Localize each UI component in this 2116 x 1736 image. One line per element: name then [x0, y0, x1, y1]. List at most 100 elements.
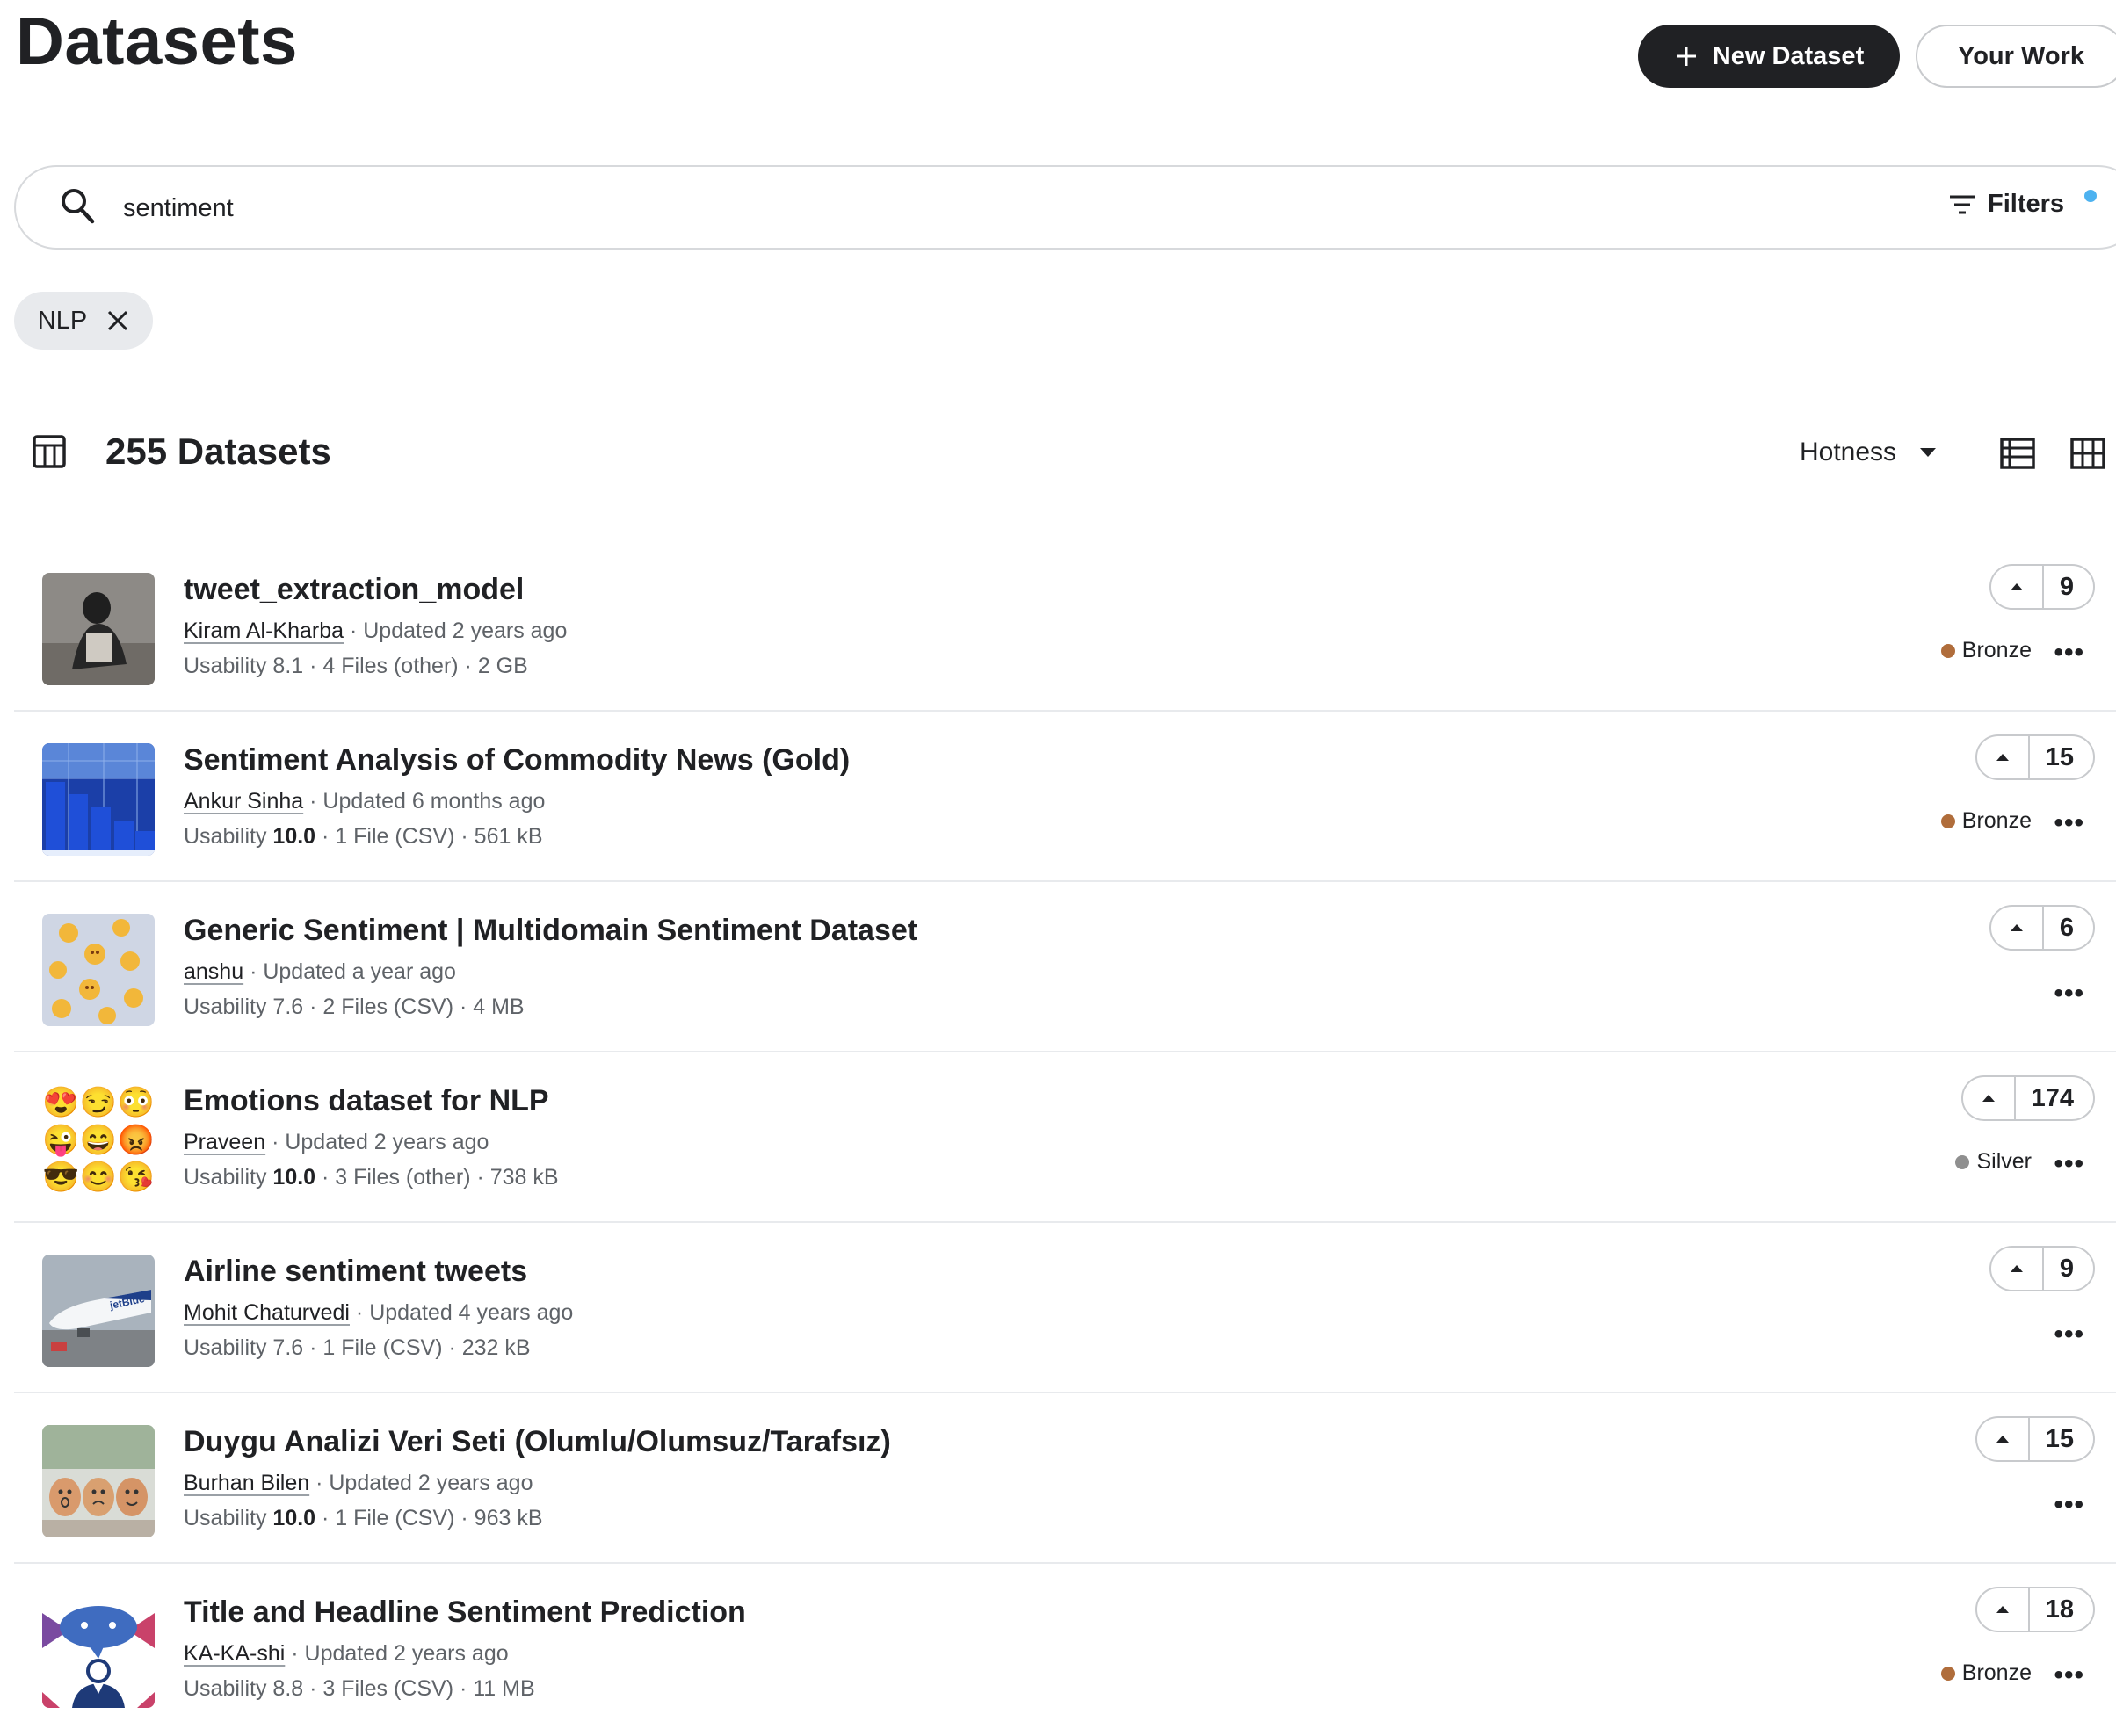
- author-link[interactable]: Praveen: [184, 1130, 265, 1154]
- usability-value: 10.0: [272, 1506, 316, 1530]
- dataset-details: Usability 10.0 · 1 File (CSV) · 963 kB: [184, 1506, 543, 1531]
- more-options-icon[interactable]: •••: [2054, 979, 2084, 1009]
- dataset-title[interactable]: Airline sentiment tweets: [184, 1255, 527, 1289]
- dataset-thumbnail[interactable]: [42, 1425, 155, 1537]
- dataset-title[interactable]: tweet_extraction_model: [184, 573, 524, 607]
- emoji: 😡: [117, 1123, 155, 1157]
- dataset-thumbnail[interactable]: [42, 914, 155, 1026]
- dataset-details: Usability 8.8 · 3 Files (CSV) · 11 MB: [184, 1676, 535, 1702]
- medal-badge: Bronze: [1940, 1660, 2032, 1686]
- files-size-text: · 4 Files (other) · 2 GB: [303, 654, 528, 678]
- vote-count: 18: [2045, 1595, 2074, 1624]
- new-dataset-button[interactable]: New Dataset: [1638, 25, 1900, 88]
- search-bar[interactable]: Filters: [14, 165, 2116, 250]
- caret-up-icon: [2010, 583, 2023, 590]
- more-options-icon[interactable]: •••: [2054, 1149, 2084, 1179]
- upvote-control[interactable]: 18: [1975, 1587, 2095, 1632]
- upvote-button[interactable]: [1977, 1418, 2030, 1460]
- dataset-row[interactable]: jetBlue Airline sentiment tweets Mohit C…: [14, 1223, 2116, 1393]
- upvote-button[interactable]: [1991, 566, 2044, 608]
- upvote-button[interactable]: [1991, 1248, 2044, 1290]
- dataset-thumbnail[interactable]: [42, 573, 155, 685]
- more-options-icon[interactable]: •••: [2054, 808, 2084, 838]
- updated-text: · Updated 2 years ago: [309, 1471, 533, 1495]
- emoji: 😘: [117, 1161, 155, 1195]
- upvote-control[interactable]: 6: [1989, 905, 2095, 951]
- upvote-button[interactable]: [1963, 1077, 2016, 1119]
- dataset-row[interactable]: Generic Sentiment | Multidomain Sentimen…: [14, 882, 2116, 1052]
- author-link[interactable]: Mohit Chaturvedi: [184, 1300, 350, 1325]
- caret-up-icon: [1996, 1606, 2009, 1613]
- dataset-title[interactable]: Generic Sentiment | Multidomain Sentimen…: [184, 914, 917, 948]
- author-link[interactable]: KA-KA-shi: [184, 1641, 285, 1666]
- dataset-title[interactable]: Emotions dataset for NLP: [184, 1084, 549, 1118]
- medal-label: Silver: [1976, 1149, 2032, 1174]
- author-link[interactable]: Kiram Al-Kharba: [184, 618, 344, 643]
- sort-label: Hotness: [1800, 438, 1897, 467]
- dataset-meta: anshu · Updated a year ago: [184, 959, 456, 985]
- medal-icon: [1940, 1666, 1955, 1681]
- upvote-control[interactable]: 174: [1960, 1075, 2095, 1121]
- medal-label: Bronze: [1961, 808, 2032, 833]
- grid-view-icon[interactable]: [2070, 438, 2105, 469]
- author-link[interactable]: anshu: [184, 959, 243, 984]
- vote-count: 15: [2045, 742, 2074, 771]
- caret-down-icon: [1920, 448, 1937, 457]
- dataset-thumbnail[interactable]: [42, 743, 155, 856]
- filters-button[interactable]: Filters: [1949, 190, 2064, 219]
- usability-text: Usability 8.1: [184, 654, 304, 678]
- more-options-icon[interactable]: •••: [2054, 1320, 2084, 1349]
- medal-label: Bronze: [1961, 1660, 2032, 1685]
- dataset-title[interactable]: Sentiment Analysis of Commodity News (Go…: [184, 743, 850, 778]
- usability-text: Usability 7.6: [184, 1335, 304, 1360]
- author-link[interactable]: Ankur Sinha: [184, 789, 303, 814]
- filter-chip-nlp[interactable]: NLP: [14, 292, 153, 350]
- upvote-button[interactable]: [1977, 736, 2030, 778]
- updated-text: · Updated a year ago: [243, 959, 456, 984]
- dataset-meta: Kiram Al-Kharba · Updated 2 years ago: [184, 618, 567, 644]
- dataset-meta: Mohit Chaturvedi · Updated 4 years ago: [184, 1300, 573, 1326]
- more-options-icon[interactable]: •••: [2054, 1660, 2084, 1690]
- your-work-button[interactable]: Your Work: [1916, 25, 2116, 88]
- upvote-button[interactable]: [1977, 1588, 2030, 1631]
- caret-up-icon: [2010, 924, 2023, 931]
- emoji: 😄: [79, 1123, 118, 1157]
- author-link[interactable]: Burhan Bilen: [184, 1471, 309, 1495]
- dataset-title[interactable]: Duygu Analizi Veri Seti (Olumlu/Olumsuz/…: [184, 1425, 891, 1459]
- list-view-icon[interactable]: [2000, 438, 2035, 469]
- usability-text: Usability: [184, 824, 273, 849]
- files-size-text: · 3 Files (CSV) · 11 MB: [303, 1676, 535, 1701]
- more-options-icon[interactable]: •••: [2054, 638, 2084, 668]
- dataset-list: tweet_extraction_model Kiram Al-Kharba ·…: [14, 541, 2116, 1734]
- caret-up-icon: [1996, 754, 2009, 761]
- search-input[interactable]: [121, 184, 1794, 232]
- dataset-row[interactable]: Duygu Analizi Veri Seti (Olumlu/Olumsuz/…: [14, 1393, 2116, 1564]
- upvote-control[interactable]: 9: [1989, 1246, 2095, 1291]
- more-options-icon[interactable]: •••: [2054, 1490, 2084, 1520]
- dataset-meta: Ankur Sinha · Updated 6 months ago: [184, 789, 545, 814]
- upvote-control[interactable]: 15: [1975, 734, 2095, 780]
- close-icon[interactable]: [106, 309, 129, 332]
- dataset-row[interactable]: 😍 😏 😳 😜 😄 😡 😎 😊 😘 Emotions dataset for N…: [14, 1052, 2116, 1223]
- usability-value: 10.0: [272, 824, 316, 849]
- emoji: 😎: [42, 1161, 80, 1195]
- files-size-text: · 2 Files (CSV) · 4 MB: [303, 995, 525, 1019]
- dataset-thumbnail[interactable]: [42, 1595, 155, 1708]
- sort-dropdown[interactable]: Hotness: [1800, 438, 1937, 467]
- new-dataset-label: New Dataset: [1712, 41, 1865, 70]
- plus-icon: [1676, 47, 1696, 66]
- dataset-row[interactable]: Sentiment Analysis of Commodity News (Go…: [14, 712, 2116, 882]
- upvote-control[interactable]: 9: [1989, 564, 2095, 610]
- files-size-text: · 3 Files (other) · 738 kB: [315, 1165, 559, 1190]
- dataset-row[interactable]: tweet_extraction_model Kiram Al-Kharba ·…: [14, 541, 2116, 712]
- upvote-button[interactable]: [1991, 907, 2044, 949]
- usability-text: Usability 7.6: [184, 995, 304, 1019]
- emoji-grid: 😍 😏 😳 😜 😄 😡 😎 😊 😘: [42, 1084, 155, 1197]
- upvote-control[interactable]: 15: [1975, 1416, 2095, 1462]
- vote-count: 174: [2031, 1083, 2074, 1112]
- dataset-row[interactable]: Title and Headline Sentiment Prediction …: [14, 1564, 2116, 1734]
- table-icon[interactable]: [32, 434, 67, 469]
- dataset-thumbnail[interactable]: jetBlue: [42, 1255, 155, 1367]
- dataset-title[interactable]: Title and Headline Sentiment Prediction: [184, 1595, 746, 1630]
- dataset-thumbnail[interactable]: 😍 😏 😳 😜 😄 😡 😎 😊 😘: [42, 1084, 155, 1197]
